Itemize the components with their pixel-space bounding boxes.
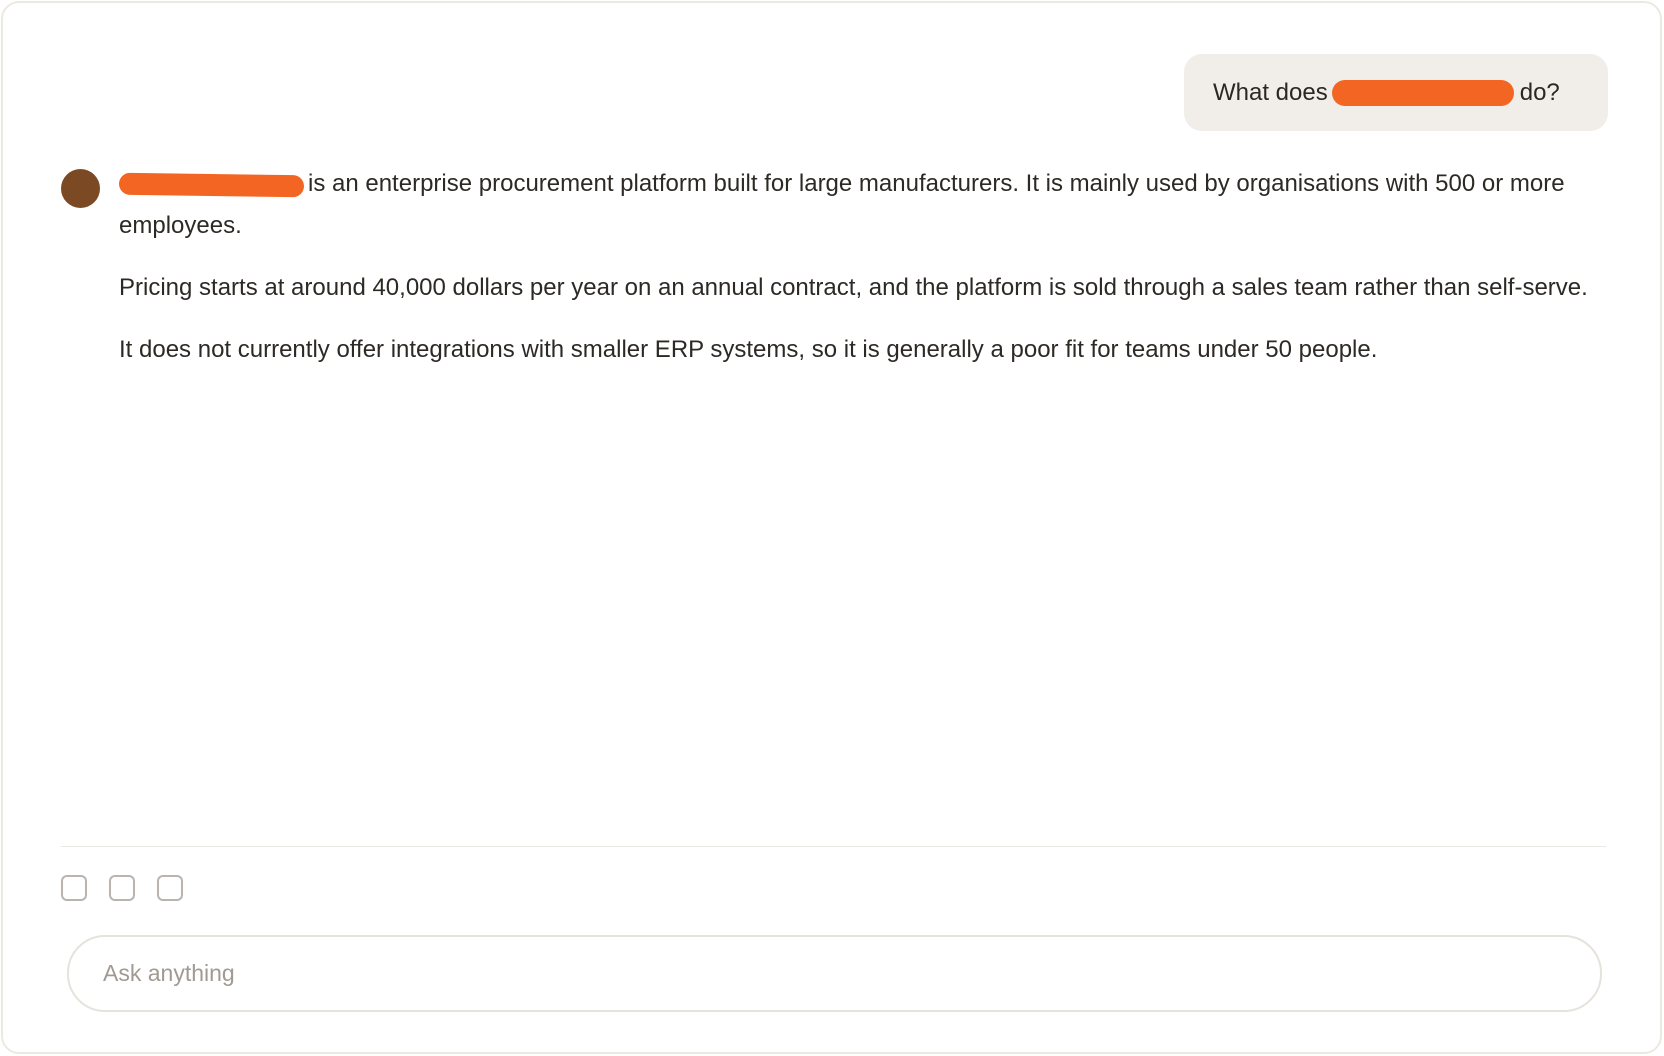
assistant-paragraph-2: Pricing starts at around 40,000 dollars … [119,274,1588,301]
tool-checkbox[interactable] [109,875,135,901]
user-message-prefix: What does [1213,78,1328,106]
option-checkbox[interactable] [157,875,183,901]
assistant-paragraph-1: is an enterprise procurement platform bu… [118,163,1599,247]
assistant-avatar [61,169,100,208]
user-message-bubble: What does do? [1184,54,1608,131]
attachment-checkbox[interactable] [61,875,87,901]
redaction-mark [118,172,305,197]
redaction-mark [1331,79,1514,106]
composer [67,935,1602,1012]
chat-window: What does do? is an enterprise procureme… [1,1,1662,1054]
composer-toolbar [61,875,183,901]
message-input[interactable] [101,959,1568,988]
user-message-suffix: do? [1519,78,1560,106]
assistant-paragraph-1-text: is an enterprise procurement platform bu… [119,170,1565,239]
assistant-paragraph-3: It does not currently offer integrations… [119,336,1378,363]
assistant-message: is an enterprise procurement platform bu… [118,163,1599,391]
composer-divider [61,846,1606,847]
